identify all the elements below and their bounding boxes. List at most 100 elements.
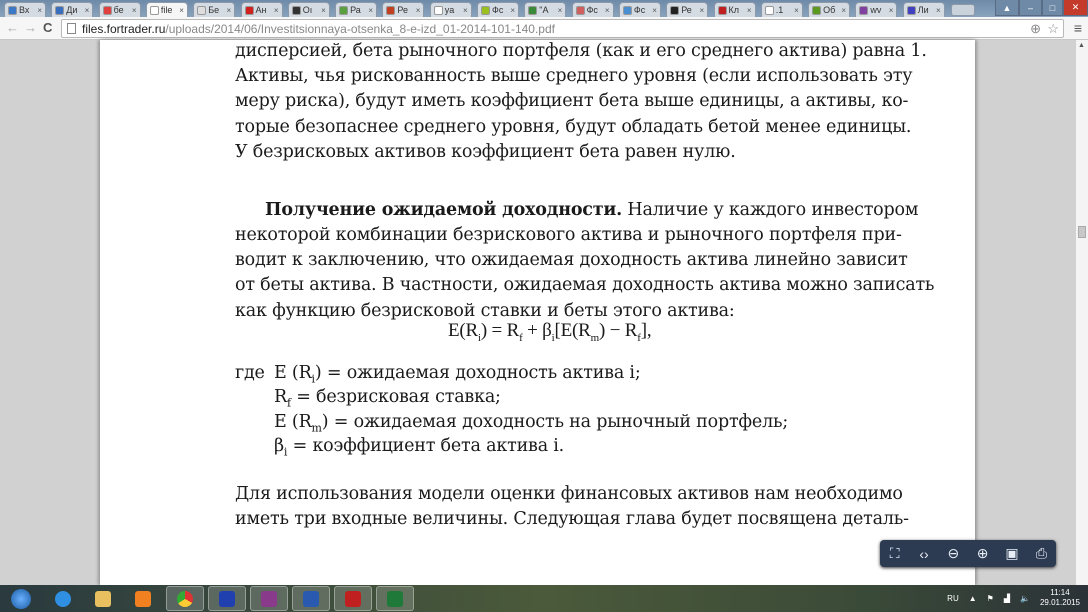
tab[interactable]: "А × <box>524 2 567 17</box>
zoom-icon[interactable]: ⊕ <box>1030 21 1041 37</box>
start-button[interactable] <box>2 586 40 611</box>
tab[interactable]: Ли × <box>902 2 945 17</box>
symbol: E (R <box>274 411 312 432</box>
tab-label: .1 <box>775 5 784 15</box>
tab[interactable]: Фс × <box>571 2 614 17</box>
symbol: E (R <box>274 363 312 383</box>
new-tab-button[interactable] <box>951 4 975 16</box>
favicon-icon <box>906 5 916 15</box>
tab-close-icon[interactable]: × <box>558 6 563 15</box>
tab-close-icon[interactable]: × <box>605 6 610 15</box>
forward-icon[interactable]: → <box>24 20 37 35</box>
tab[interactable]: Ре × <box>382 2 425 17</box>
scrollbar-thumb[interactable] <box>1078 226 1086 238</box>
media-player-icon[interactable] <box>124 586 162 611</box>
tab-close-icon[interactable]: × <box>794 6 799 15</box>
explorer-icon[interactable] <box>84 586 122 611</box>
favicon-icon <box>717 5 727 15</box>
page-icon <box>67 23 76 34</box>
tab[interactable]: file × <box>145 2 188 17</box>
tab-close-icon[interactable]: × <box>936 6 941 15</box>
tab[interactable]: Об × <box>808 2 851 17</box>
tab[interactable]: ya × <box>429 2 472 17</box>
tab-close-icon[interactable]: × <box>132 6 137 15</box>
flag-icon[interactable]: ⚑ <box>987 594 994 603</box>
scroll-up-icon[interactable]: ▲ <box>1078 42 1085 49</box>
pdf-reader-icon[interactable] <box>334 586 372 611</box>
tab-close-icon[interactable]: × <box>37 6 42 15</box>
favicon-icon <box>386 5 396 15</box>
network-icon[interactable]: ▟ <box>1004 594 1010 603</box>
tab[interactable]: Кл × <box>713 2 756 17</box>
address-bar[interactable]: files.fortrader.ru/uploads/2014/06/Inves… <box>61 19 1064 38</box>
system-tray: RU ▲ ⚑ ▟ 🔈 11:14 29.01.2015 <box>947 588 1080 608</box>
tab-label: Фс <box>492 5 504 15</box>
excel-icon[interactable] <box>376 586 414 611</box>
tab-close-icon[interactable]: × <box>227 6 232 15</box>
paragraph-line: Получение ожидаемой доходности. Наличие … <box>265 200 918 220</box>
show-hidden-icons-icon[interactable]: ▲ <box>969 594 977 603</box>
tab[interactable]: Ра × <box>335 2 378 17</box>
paragraph-line: дисперсией, бета рыночного портфеля (как… <box>235 41 927 61</box>
tab-close-icon[interactable]: × <box>179 6 184 15</box>
tab-label: Ди <box>66 5 78 15</box>
reload-icon[interactable]: C <box>43 20 52 35</box>
back-icon[interactable]: ← <box>6 20 19 35</box>
tab-close-icon[interactable]: × <box>274 6 279 15</box>
definition-text: = безрисковая ставка; <box>290 387 501 408</box>
minimize-button[interactable]: – <box>1019 0 1042 16</box>
tab-close-icon[interactable]: × <box>85 6 90 15</box>
tab-strip: Вх × Ди × бе × file × Бе × Ан × Оı × Ра × Ре × ya × Фс × "А × Фс… <box>0 0 1088 17</box>
tab-close-icon[interactable]: × <box>510 6 515 15</box>
save-icon[interactable]: ▣ <box>999 545 1025 562</box>
tab-close-icon[interactable]: × <box>652 6 657 15</box>
chrome-icon[interactable] <box>166 586 204 611</box>
volume-icon[interactable]: 🔈 <box>1020 594 1030 603</box>
tab-close-icon[interactable]: × <box>841 6 846 15</box>
scrollbar[interactable]: ▲ <box>1076 40 1088 585</box>
maximize-button[interactable]: □ <box>1042 0 1063 16</box>
tab-close-icon[interactable]: × <box>700 6 705 15</box>
tab[interactable]: Вх × <box>4 2 46 17</box>
close-window-button[interactable]: ✕ <box>1063 0 1088 16</box>
print-icon[interactable]: ⎙ <box>1028 545 1054 562</box>
favicon-icon <box>291 5 301 15</box>
tab-close-icon[interactable]: × <box>463 6 468 15</box>
paragraph-line: торые безопаснее среднего уровня, будут … <box>235 116 912 137</box>
tab[interactable]: .1 × <box>760 2 803 17</box>
tab[interactable]: бе × <box>98 2 141 17</box>
favicon-icon <box>812 5 822 15</box>
profile-button[interactable]: ▲ <box>995 0 1019 16</box>
zoom-out-icon[interactable]: ⊖ <box>940 545 966 562</box>
tab[interactable]: wv × <box>855 2 898 17</box>
bookmark-star-icon[interactable]: ☆ <box>1047 21 1059 37</box>
fit-width-icon[interactable]: ‹› <box>911 546 937 562</box>
fit-page-icon[interactable]: ⛶ <box>882 545 908 562</box>
tab-close-icon[interactable]: × <box>747 6 752 15</box>
winrar-icon[interactable] <box>250 586 288 611</box>
clock[interactable]: 11:14 29.01.2015 <box>1040 588 1080 608</box>
ie-icon[interactable] <box>44 586 82 611</box>
menu-icon[interactable]: ≡ <box>1074 20 1082 36</box>
favicon-icon <box>102 5 112 15</box>
tab[interactable]: Бе × <box>193 2 236 17</box>
tab-close-icon[interactable]: × <box>368 6 373 15</box>
tab[interactable]: Фс × <box>618 2 661 17</box>
shield-app-icon[interactable] <box>208 586 246 611</box>
tab-label: wv <box>870 5 882 15</box>
paragraph-line: У безрисковых активов коэффициент бета р… <box>235 141 736 162</box>
tab-close-icon[interactable]: × <box>416 6 421 15</box>
tab[interactable]: Ре × <box>666 2 709 17</box>
favicon-icon <box>859 5 869 15</box>
word-icon[interactable] <box>292 586 330 611</box>
tab-close-icon[interactable]: × <box>321 6 326 15</box>
tab[interactable]: Ан × <box>240 2 283 17</box>
tab-close-icon[interactable]: × <box>889 6 894 15</box>
tab[interactable]: Ди × <box>51 2 94 17</box>
tab[interactable]: Фс × <box>477 2 519 17</box>
tab[interactable]: Оı × <box>287 2 330 17</box>
language-indicator[interactable]: RU <box>947 594 959 603</box>
zoom-in-icon[interactable]: ⊕ <box>970 545 996 562</box>
pdf-toolbar: ⛶ ‹› ⊖ ⊕ ▣ ⎙ <box>880 540 1056 567</box>
definition-text: ) = ожидаемая доходность актива i; <box>314 363 641 383</box>
